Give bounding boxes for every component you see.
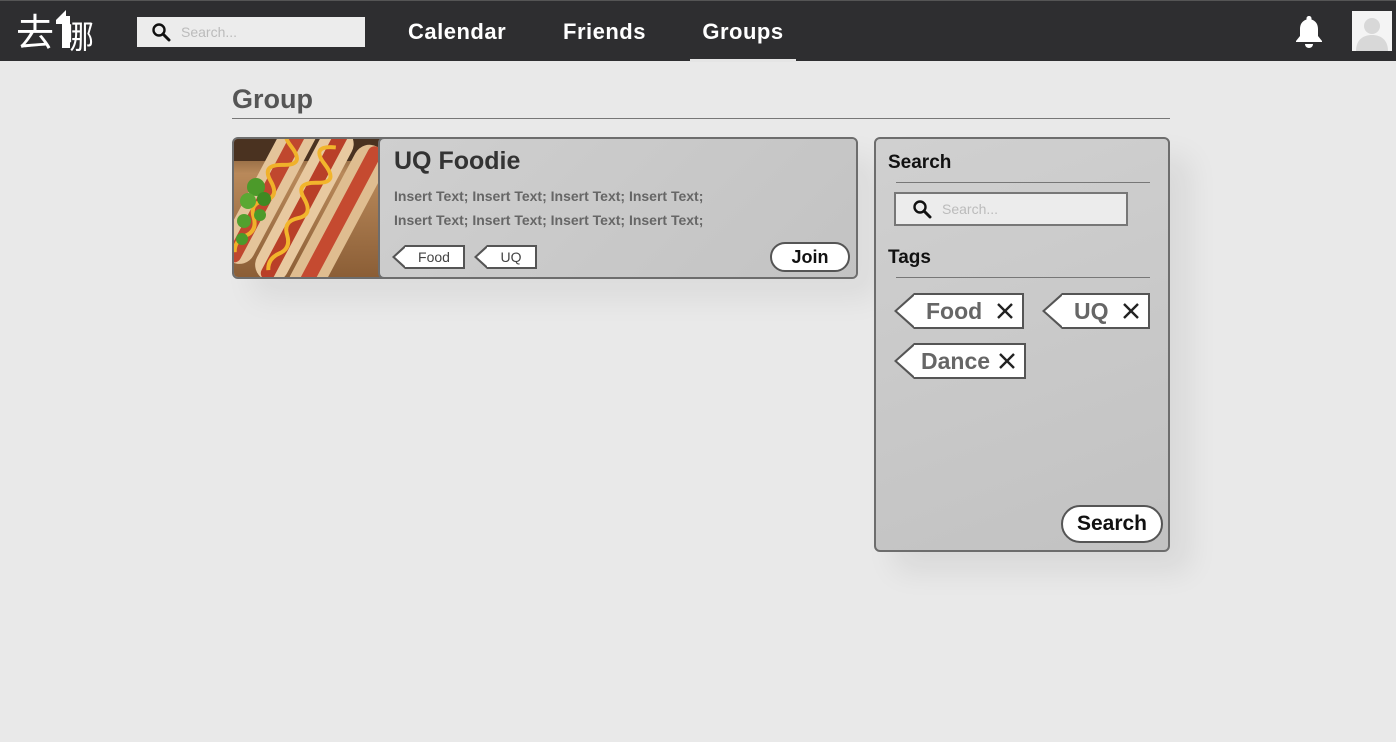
nav-calendar-label: Calendar: [408, 18, 507, 44]
page-title: Group: [232, 84, 313, 114]
bell-icon[interactable]: [1293, 14, 1325, 48]
group-name: UQ Foodie: [394, 147, 521, 175]
nav-calendar[interactable]: Calendar: [408, 1, 506, 62]
search-divider: [896, 182, 1150, 183]
filter-tag-label: UQ: [1074, 297, 1109, 324]
group-tag-label: UQ: [500, 249, 522, 265]
group-image: [234, 139, 380, 277]
filter-panel: Search Tags Food UQ Dance Search: [874, 137, 1170, 552]
group-search-input[interactable]: [942, 201, 1112, 217]
join-button[interactable]: Join: [770, 242, 850, 272]
top-navigation-bar: 去 哪 Calendar Friends Groups: [0, 0, 1396, 62]
logo-icon: 去 哪: [16, 10, 94, 54]
filter-tag-food: Food: [894, 293, 1024, 329]
nav-groups[interactable]: Groups: [690, 1, 796, 62]
title-divider: [232, 118, 1170, 119]
filter-tag-dance: Dance: [894, 343, 1026, 379]
svg-text:哪: 哪: [62, 18, 94, 54]
tags-divider: [896, 277, 1150, 278]
global-search-input[interactable]: [181, 24, 351, 40]
group-tag-food[interactable]: Food: [392, 245, 465, 269]
group-card[interactable]: UQ Foodie Insert Text; Insert Text; Inse…: [232, 137, 858, 279]
active-tab-indicator: [690, 59, 796, 62]
hotdog-image: [234, 139, 380, 277]
group-description-line: Insert Text; Insert Text; Insert Text; I…: [394, 188, 704, 204]
search-button[interactable]: Search: [1061, 505, 1163, 543]
nav-friends[interactable]: Friends: [563, 1, 646, 62]
filter-tag-label: Dance: [921, 347, 991, 374]
global-search-box[interactable]: [137, 17, 365, 47]
group-card-body: UQ Foodie Insert Text; Insert Text; Inse…: [378, 139, 856, 277]
user-icon: [1352, 11, 1392, 51]
filter-tag-uq: UQ: [1042, 293, 1150, 329]
close-icon[interactable]: [994, 300, 1016, 322]
search-heading: Search: [888, 152, 952, 173]
search-icon: [913, 200, 932, 219]
close-icon[interactable]: [996, 350, 1018, 372]
nav-friends-label: Friends: [563, 18, 646, 44]
filter-tag-label: Food: [926, 297, 983, 324]
nav-groups-label: Groups: [702, 18, 784, 44]
tags-heading: Tags: [888, 247, 931, 268]
search-icon: [152, 23, 171, 42]
app-logo[interactable]: 去 哪: [16, 7, 100, 55]
group-tag-uq[interactable]: UQ: [474, 245, 537, 269]
user-avatar[interactable]: [1352, 11, 1392, 51]
svg-text:去: 去: [16, 11, 54, 54]
group-description-line: Insert Text; Insert Text; Insert Text; I…: [394, 212, 704, 228]
group-description: Insert Text; Insert Text; Insert Text; I…: [394, 184, 754, 232]
close-icon[interactable]: [1120, 300, 1142, 322]
group-tag-label: Food: [418, 249, 450, 265]
group-search-box[interactable]: [894, 192, 1128, 226]
